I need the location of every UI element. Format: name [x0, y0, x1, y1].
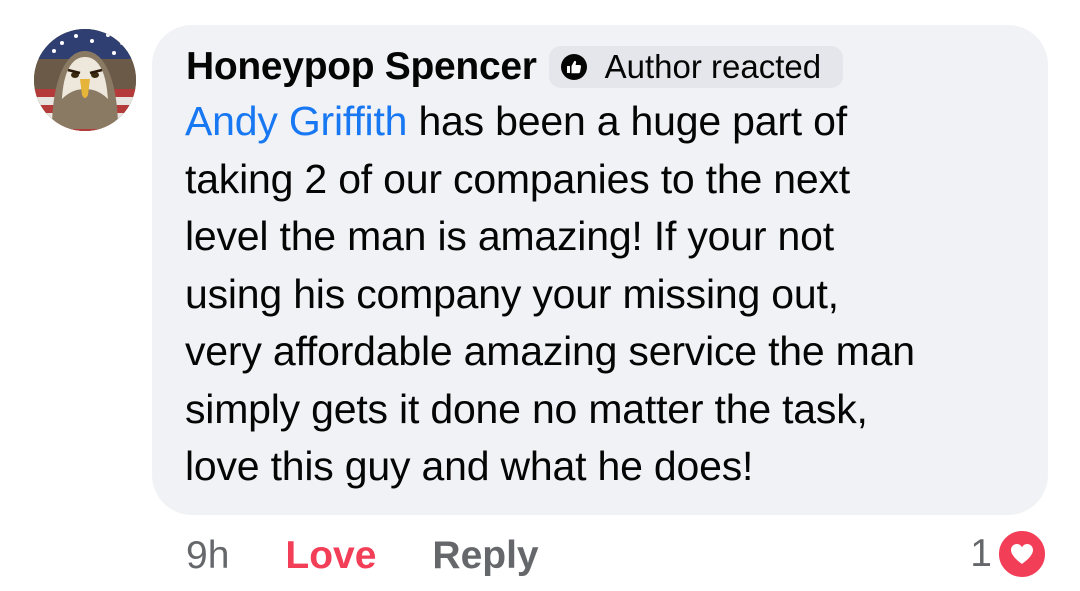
comment-line: using his company your missing out,	[185, 270, 839, 317]
comment-line: love this guy and what he does!	[185, 443, 754, 489]
comment-line: Andy Griffith has been a huge part of	[185, 98, 847, 144]
heart-icon	[996, 528, 1048, 580]
comment-text: Andy Griffith has been a huge part of ta…	[185, 93, 1035, 496]
comment-header: Honeypop Spencer Author reacted	[186, 43, 844, 91]
reaction-count: 1	[970, 532, 992, 575]
timestamp[interactable]: 9h	[186, 534, 229, 578]
comment-line: simply gets it done no matter the task,	[185, 385, 868, 432]
author-name[interactable]: Honeypop Spencer	[186, 45, 537, 89]
avatar[interactable]	[34, 29, 136, 131]
comment-actions: 9h Love Reply	[186, 528, 539, 584]
comment-line: level the man is amazing! If your not	[185, 213, 834, 259]
reaction-summary[interactable]: 1	[970, 528, 1048, 580]
eagle-flag-avatar-image	[34, 29, 136, 131]
mention-link[interactable]: Andy Griffith	[185, 98, 407, 144]
author-reacted-badge: Author reacted	[548, 46, 844, 88]
comment-line: very affordable amazing service the man	[185, 328, 915, 374]
thumbs-up-icon	[559, 52, 589, 82]
reply-button[interactable]: Reply	[432, 534, 538, 578]
love-button[interactable]: Love	[285, 534, 376, 578]
comment-line: taking 2 of our companies to the next	[185, 155, 850, 202]
comment-bubble[interactable]: Honeypop Spencer Author reacted Andy Gri…	[152, 25, 1048, 515]
author-reacted-label: Author reacted	[604, 48, 822, 85]
